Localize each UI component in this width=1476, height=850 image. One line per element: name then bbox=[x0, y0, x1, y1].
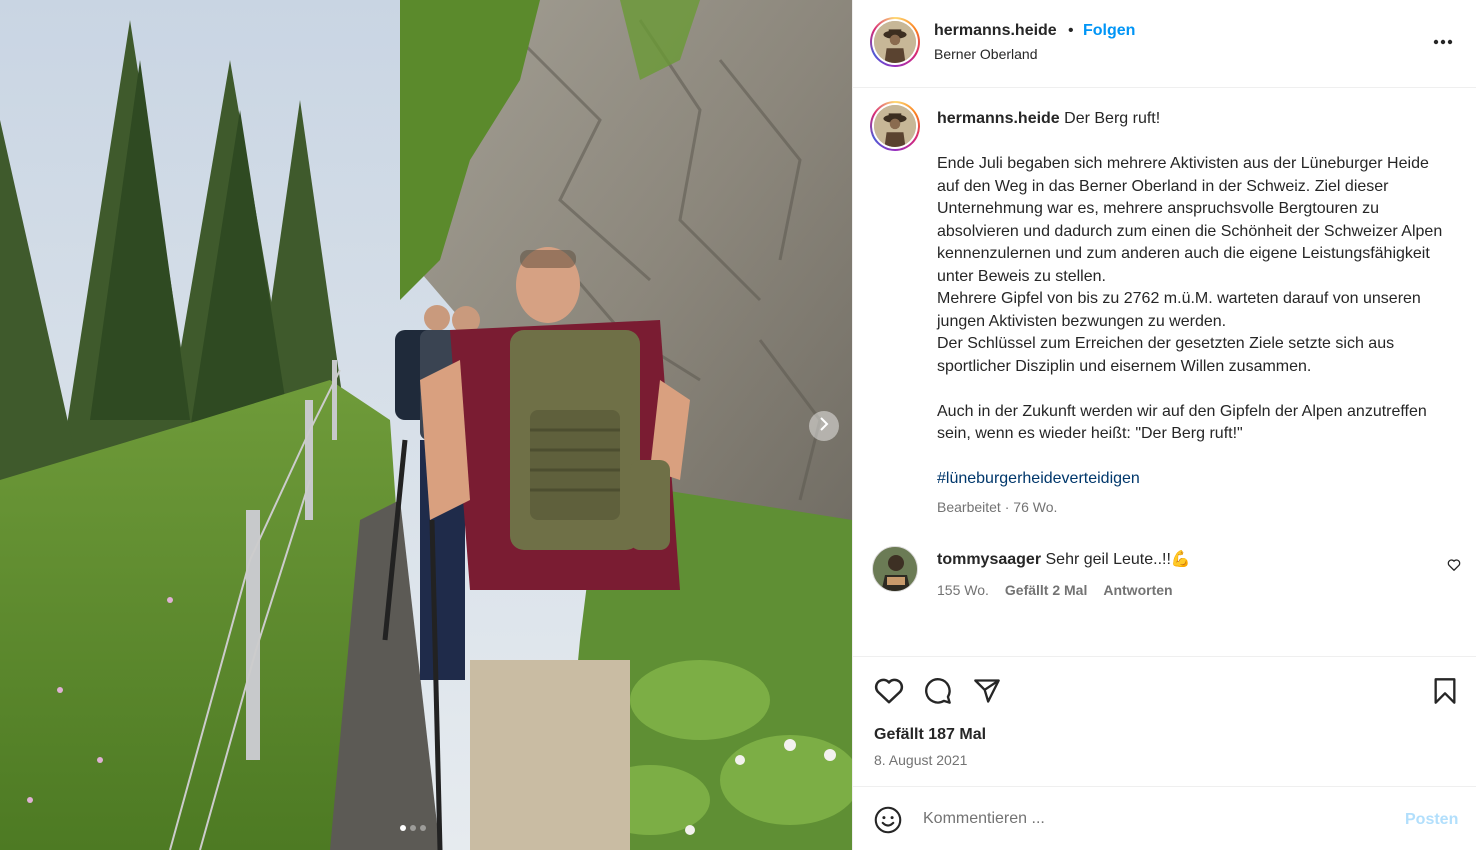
comment-meta: 155 Wo. Gefällt 2 Mal Antworten bbox=[937, 582, 1173, 598]
avatar-image bbox=[874, 105, 916, 147]
caption-username[interactable]: hermanns.heide bbox=[937, 110, 1060, 127]
caption-paragraph: Auch in der Zukunft werden wir auf den G… bbox=[937, 402, 1427, 443]
post-date: 8. August 2021 bbox=[874, 752, 968, 768]
instagram-post: hermanns.heide • Folgen Berner Oberland bbox=[0, 0, 1476, 850]
post-photo[interactable] bbox=[0, 0, 852, 850]
comment-like-button[interactable] bbox=[1447, 558, 1461, 577]
separator-dot: • bbox=[1068, 22, 1074, 39]
comment-age[interactable]: 155 Wo. bbox=[937, 582, 989, 598]
carousel-next-button[interactable] bbox=[809, 411, 839, 441]
meta-separator: · bbox=[1004, 499, 1010, 515]
caption-paragraph: Mehrere Gipfel von bis zu 2762 m.ü.M. wa… bbox=[937, 290, 1421, 330]
reply-button[interactable]: Antworten bbox=[1103, 582, 1172, 598]
comment-button[interactable] bbox=[924, 677, 952, 710]
edited-label: Bearbeitet bbox=[937, 499, 1001, 515]
post-comment-button[interactable]: Posten bbox=[1405, 811, 1458, 829]
author-avatar[interactable] bbox=[870, 17, 920, 67]
emoji-icon bbox=[874, 806, 902, 834]
carousel-indicator bbox=[400, 825, 426, 831]
post-caption: hermanns.heide Der Berg ruft! Ende Juli … bbox=[937, 108, 1452, 491]
comment-input[interactable] bbox=[923, 807, 1393, 831]
caption-author-avatar[interactable] bbox=[870, 101, 920, 151]
more-horizontal-icon bbox=[1433, 39, 1453, 45]
comment-text: Sehr geil Leute..!!💪 bbox=[1045, 551, 1191, 568]
carousel-dot bbox=[410, 825, 416, 831]
emoji-button[interactable] bbox=[874, 806, 902, 839]
follow-button[interactable]: Folgen bbox=[1083, 22, 1135, 40]
comment-username[interactable]: tommysaager bbox=[937, 551, 1041, 568]
caption-meta: Bearbeitet · 76 Wo. bbox=[937, 499, 1057, 515]
chevron-right-icon bbox=[818, 416, 830, 436]
post-side-panel: hermanns.heide • Folgen Berner Oberland bbox=[852, 0, 1476, 850]
post-header: hermanns.heide • Folgen Berner Oberland bbox=[853, 0, 1476, 88]
carousel-dot bbox=[400, 825, 406, 831]
share-button[interactable] bbox=[973, 677, 1001, 710]
author-username[interactable]: hermanns.heide bbox=[934, 22, 1057, 40]
avatar-image bbox=[874, 21, 916, 63]
comment-composer: Posten bbox=[853, 786, 1476, 850]
like-button[interactable] bbox=[874, 677, 904, 710]
save-button[interactable] bbox=[1433, 677, 1457, 710]
likes-count[interactable]: Gefällt 187 Mal bbox=[874, 726, 986, 744]
send-icon bbox=[974, 679, 1000, 703]
carousel-dot bbox=[420, 825, 426, 831]
comment-icon bbox=[925, 678, 951, 704]
hashtag-link[interactable]: #lüneburgerheideverteidigen bbox=[937, 470, 1140, 487]
hiking-photo-illustration bbox=[0, 0, 852, 850]
commenter-avatar[interactable] bbox=[872, 546, 918, 592]
bookmark-icon bbox=[1434, 678, 1456, 704]
caption-paragraph: Ende Juli begaben sich mehrere Aktiviste… bbox=[937, 155, 1443, 285]
heart-icon bbox=[1447, 559, 1461, 571]
heart-icon bbox=[874, 678, 904, 704]
caption-paragraph: Der Schlüssel zum Erreichen der gesetzte… bbox=[937, 335, 1395, 375]
more-options-button[interactable] bbox=[1433, 32, 1453, 46]
caption-title: Der Berg ruft! bbox=[1064, 110, 1161, 127]
avatar-image bbox=[873, 547, 917, 591]
caption-age[interactable]: 76 Wo. bbox=[1013, 499, 1057, 515]
comment-item: tommysaager Sehr geil Leute..!!💪 bbox=[937, 549, 1191, 569]
post-location[interactable]: Berner Oberland bbox=[934, 46, 1038, 62]
comment-likes[interactable]: Gefällt 2 Mal bbox=[1005, 582, 1087, 598]
